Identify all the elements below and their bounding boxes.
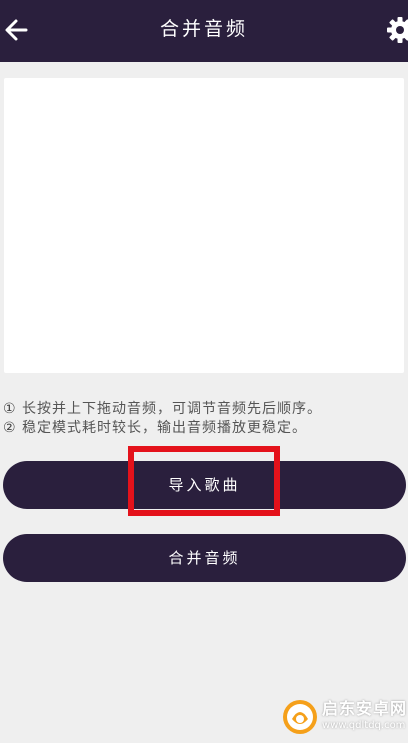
watermark-url: www.qdltdq.com — [322, 720, 406, 731]
hint-text-1: 长按并上下拖动音频，可调节音频先后顺序。 — [16, 401, 323, 417]
hint-number-1: ① — [3, 401, 17, 417]
hint-line-reorder: ① 长按并上下拖动音频，可调节音频先后顺序。 — [3, 400, 322, 418]
page-title: 合并音频 — [159, 18, 248, 40]
gear-icon — [387, 17, 408, 43]
import-songs-button[interactable]: 导入歌曲 — [3, 461, 406, 509]
app-bar: 合并音频 — [0, 0, 408, 62]
watermark-name: 启东安卓网 — [322, 699, 408, 718]
merge-audio-button[interactable]: 合并音频 — [3, 534, 406, 582]
watermark: 启东安卓网 www.qdltdq.com — [278, 693, 408, 743]
audio-list-panel[interactable] — [4, 78, 404, 373]
settings-button[interactable] — [386, 16, 408, 44]
hint-line-stable-mode: ② 稳定模式耗时较长，输出音频播放更稳定。 — [3, 419, 307, 437]
hint-text-2: 稳定模式耗时较长，输出音频播放更稳定。 — [16, 420, 308, 436]
hint-number-2: ② — [3, 420, 17, 436]
watermark-logo-icon — [282, 699, 318, 735]
